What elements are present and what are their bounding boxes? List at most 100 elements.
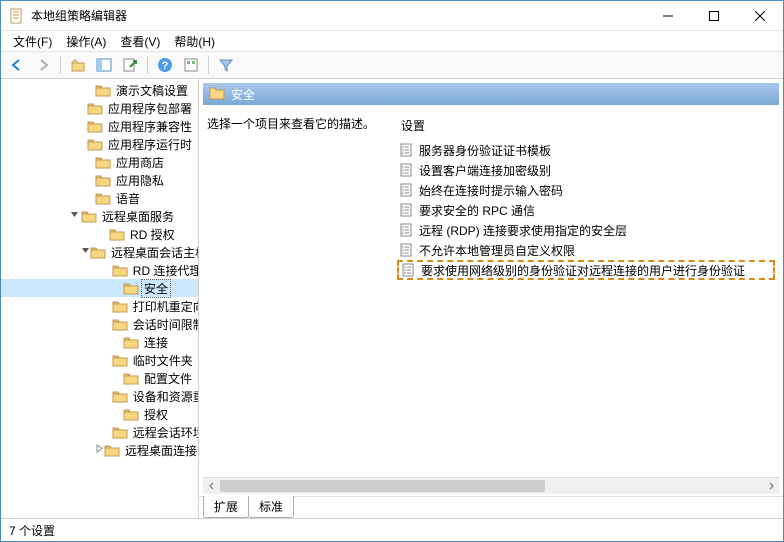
tree-item-label: 语音: [114, 190, 142, 207]
folder-icon: [112, 389, 128, 403]
policy-icon: [399, 142, 415, 158]
export-button[interactable]: [118, 54, 142, 76]
svg-text:?: ?: [162, 60, 169, 72]
minimize-button[interactable]: [645, 1, 691, 30]
tree-item[interactable]: 应用隐私: [1, 171, 198, 189]
description-text: 选择一个项目来查看它的描述。: [207, 115, 397, 469]
help-button[interactable]: ?: [153, 54, 177, 76]
folder-icon: [112, 263, 128, 277]
menu-action[interactable]: 操作(A): [60, 31, 112, 52]
tree-item[interactable]: 安全: [1, 279, 198, 297]
policy-icon: [399, 202, 415, 218]
tree-item-label: 打印机重定向: [131, 298, 199, 315]
tree-item[interactable]: 授权: [1, 405, 198, 423]
toolbar: ?: [1, 51, 783, 79]
policy-label: 设置客户端连接加密级别: [419, 162, 551, 179]
policy-icon: [399, 182, 415, 198]
policy-icon: [399, 162, 415, 178]
tree-item[interactable]: 演示文稿设置: [1, 81, 198, 99]
folder-icon: [112, 353, 128, 367]
scroll-track[interactable]: [220, 478, 762, 494]
status-text: 7 个设置: [9, 522, 55, 539]
tree-item[interactable]: 设备和资源重定向: [1, 387, 198, 405]
toolbar-separator: [208, 56, 209, 74]
tree-item[interactable]: 临时文件夹: [1, 351, 198, 369]
close-button[interactable]: [737, 1, 783, 30]
folder-icon: [90, 245, 106, 259]
scroll-thumb[interactable]: [220, 480, 545, 492]
tree-item-label: 应用商店: [114, 154, 166, 171]
policy-setting[interactable]: 始终在连接时提示输入密码: [397, 180, 775, 200]
chevron-down-icon[interactable]: [67, 210, 81, 222]
tree-item[interactable]: 配置文件: [1, 369, 198, 387]
policy-icon: [399, 242, 415, 258]
tree-item-label: 安全: [142, 280, 170, 297]
tree-item[interactable]: 打印机重定向: [1, 297, 198, 315]
policy-setting[interactable]: 要求使用网络级别的身份验证对远程连接的用户进行身份验证: [397, 260, 775, 280]
tree-item-label: 应用程序运行时: [106, 136, 194, 153]
tree-item-label: 应用程序包部署: [106, 100, 194, 117]
detail-tabs: 扩展 标准: [199, 496, 783, 518]
tree-item-label: 远程会话环境: [131, 424, 199, 441]
chevron-down-icon[interactable]: [81, 246, 90, 258]
scroll-left-button[interactable]: [203, 478, 220, 494]
tree-item[interactable]: 语音: [1, 189, 198, 207]
tree-item-label: 连接: [142, 334, 170, 351]
policy-setting[interactable]: 要求安全的 RPC 通信: [397, 200, 775, 220]
filter-button[interactable]: [214, 54, 238, 76]
menu-help[interactable]: 帮助(H): [168, 31, 221, 52]
window-title: 本地组策略编辑器: [31, 7, 645, 24]
maximize-button[interactable]: [691, 1, 737, 30]
details-pane: 安全 选择一个项目来查看它的描述。 设置 服务器身份验证证书模板设置客户端连接加…: [199, 79, 783, 518]
tree-item[interactable]: RD 授权: [1, 225, 198, 243]
properties-button[interactable]: [179, 54, 203, 76]
policy-label: 要求使用网络级别的身份验证对远程连接的用户进行身份验证: [421, 262, 745, 279]
up-button[interactable]: [66, 54, 90, 76]
tree-pane[interactable]: 演示文稿设置 应用程序包部署 应用程序兼容性 应用程序运行时 应用商店 应用隐私…: [1, 79, 199, 518]
forward-button[interactable]: [31, 54, 55, 76]
details-header: 安全: [203, 83, 779, 105]
tree-item[interactable]: 应用程序运行时: [1, 135, 198, 153]
folder-icon: [123, 281, 139, 295]
show-hide-tree-button[interactable]: [92, 54, 116, 76]
tab-standard[interactable]: 标准: [248, 496, 294, 518]
menu-file[interactable]: 文件(F): [7, 31, 58, 52]
tree-item[interactable]: 连接: [1, 333, 198, 351]
policy-setting[interactable]: 不允许本地管理员自定义权限: [397, 240, 775, 260]
tree-item[interactable]: 应用商店: [1, 153, 198, 171]
tree-item[interactable]: 应用程序包部署: [1, 99, 198, 117]
back-button[interactable]: [5, 54, 29, 76]
horizontal-scrollbar[interactable]: [203, 477, 779, 494]
menu-view[interactable]: 查看(V): [114, 31, 166, 52]
scroll-right-button[interactable]: [762, 478, 779, 494]
policy-icon: [401, 262, 417, 278]
policy-setting[interactable]: 远程 (RDP) 连接要求使用指定的安全层: [397, 220, 775, 240]
tree-item[interactable]: 远程桌面服务: [1, 207, 198, 225]
folder-icon: [112, 299, 128, 313]
tree-item-label: 远程桌面服务: [100, 208, 176, 225]
tab-extended[interactable]: 扩展: [203, 496, 249, 518]
tree-item-label: 远程桌面连接客户端: [123, 442, 199, 459]
tree-item[interactable]: 远程桌面会话主机: [1, 243, 198, 261]
tree-item[interactable]: 远程会话环境: [1, 423, 198, 441]
policy-label: 服务器身份验证证书模板: [419, 142, 551, 159]
policy-setting[interactable]: 服务器身份验证证书模板: [397, 140, 775, 160]
column-header-settings[interactable]: 设置: [397, 115, 775, 136]
policy-label: 要求安全的 RPC 通信: [419, 202, 535, 219]
tree-item[interactable]: 远程桌面连接客户端: [1, 441, 198, 459]
toolbar-separator: [147, 56, 148, 74]
policy-label: 远程 (RDP) 连接要求使用指定的安全层: [419, 222, 627, 239]
tree-item[interactable]: 应用程序兼容性: [1, 117, 198, 135]
content-area: 演示文稿设置 应用程序包部署 应用程序兼容性 应用程序运行时 应用商店 应用隐私…: [1, 79, 783, 519]
tree-item[interactable]: 会话时间限制: [1, 315, 198, 333]
tree-item-label: 设备和资源重定向: [131, 388, 199, 405]
menubar: 文件(F) 操作(A) 查看(V) 帮助(H): [1, 31, 783, 51]
folder-icon: [95, 191, 111, 205]
chevron-right-icon[interactable]: [95, 444, 104, 456]
folder-icon: [95, 173, 111, 187]
tree-item-label: 授权: [142, 406, 170, 423]
tree-item-label: RD 连接代理: [131, 262, 199, 279]
tree-item[interactable]: RD 连接代理: [1, 261, 198, 279]
policy-setting[interactable]: 设置客户端连接加密级别: [397, 160, 775, 180]
tree-item-label: 临时文件夹: [131, 352, 195, 369]
